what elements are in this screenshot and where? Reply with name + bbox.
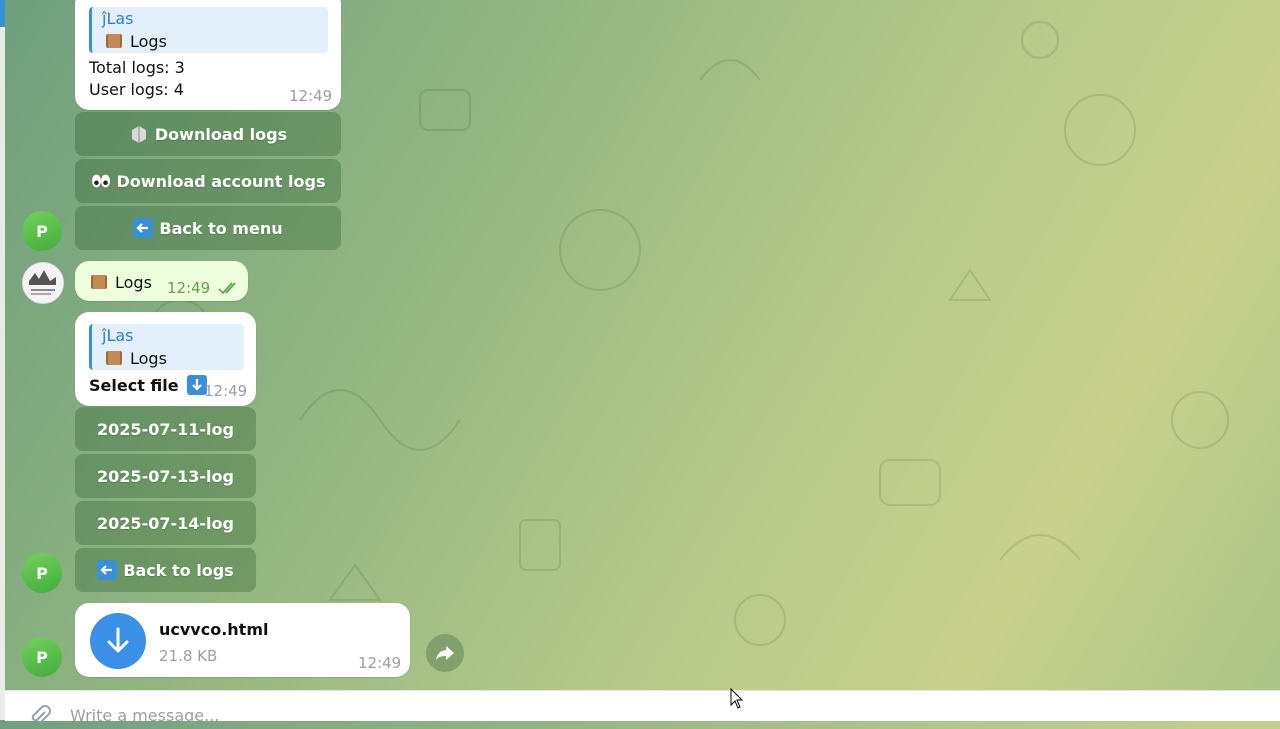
message-input[interactable] (68, 705, 972, 726)
eyes-icon (91, 174, 110, 188)
back-arrow-icon (97, 560, 118, 580)
download-logs-button[interactable]: Download logs (75, 112, 341, 156)
bot-avatar[interactable]: P (22, 637, 62, 677)
outgoing-text: Logs (89, 272, 152, 292)
file-message: ucvvco.html 21.8 KB 12:49 (75, 603, 410, 677)
forward-icon (436, 646, 454, 660)
quote-author: ĵLas (102, 9, 134, 28)
bot-message-select-file: ĵLas Logs Select file 12:49 (75, 312, 256, 406)
double-check-icon (218, 282, 236, 295)
file-size: 21.8 KB (159, 647, 218, 665)
back-to-logs-button[interactable]: Back to logs (75, 548, 256, 592)
user-avatar[interactable] (22, 262, 64, 304)
left-sidebar-edge (0, 0, 5, 720)
bot-avatar[interactable]: P (22, 211, 62, 251)
back-to-menu-button[interactable]: Back to menu (75, 206, 341, 250)
bot-avatar[interactable]: P (22, 553, 62, 593)
file-name[interactable]: ucvvco.html (159, 620, 268, 639)
reply-quote[interactable]: ĵLas Logs (89, 324, 244, 370)
mouse-cursor-icon (730, 688, 744, 709)
log-file-button-2025-07-11[interactable]: 2025-07-11-log (75, 407, 256, 451)
reply-quote[interactable]: ĵLas Logs (89, 7, 328, 53)
quote-author: ĵLas (102, 326, 134, 345)
total-logs-text: Total logs: 3 (89, 58, 185, 77)
scroll-icon (91, 275, 107, 289)
box-icon (131, 126, 146, 143)
scroll-icon (106, 34, 122, 48)
forward-button[interactable] (426, 634, 464, 672)
log-file-button-2025-07-14[interactable]: 2025-07-14-log (75, 501, 256, 545)
scroll-icon (106, 351, 122, 365)
download-file-button[interactable] (90, 613, 146, 669)
back-arrow-icon (133, 218, 154, 238)
user-logs-text: User logs: 4 (89, 80, 184, 99)
log-file-button-2025-07-13[interactable]: 2025-07-13-log (75, 454, 256, 498)
outgoing-time: 12:49 (167, 279, 211, 297)
message-time: 12:49 (358, 654, 402, 672)
download-arrow-icon (107, 627, 129, 653)
outgoing-message-logs: Logs 12:49 (75, 261, 248, 301)
attach-icon[interactable] (27, 703, 53, 729)
quote-text: Logs (104, 31, 167, 51)
download-account-logs-button[interactable]: Download account logs (75, 159, 341, 203)
message-composer (5, 690, 1280, 726)
select-file-text: Select file (89, 375, 213, 395)
message-time: 12:49 (204, 382, 248, 400)
bot-message-logs-summary: ĵLas Logs Total logs: 3 User logs: 4 12:… (75, 0, 341, 110)
message-time: 12:49 (289, 87, 333, 105)
quote-text: Logs (104, 348, 167, 368)
